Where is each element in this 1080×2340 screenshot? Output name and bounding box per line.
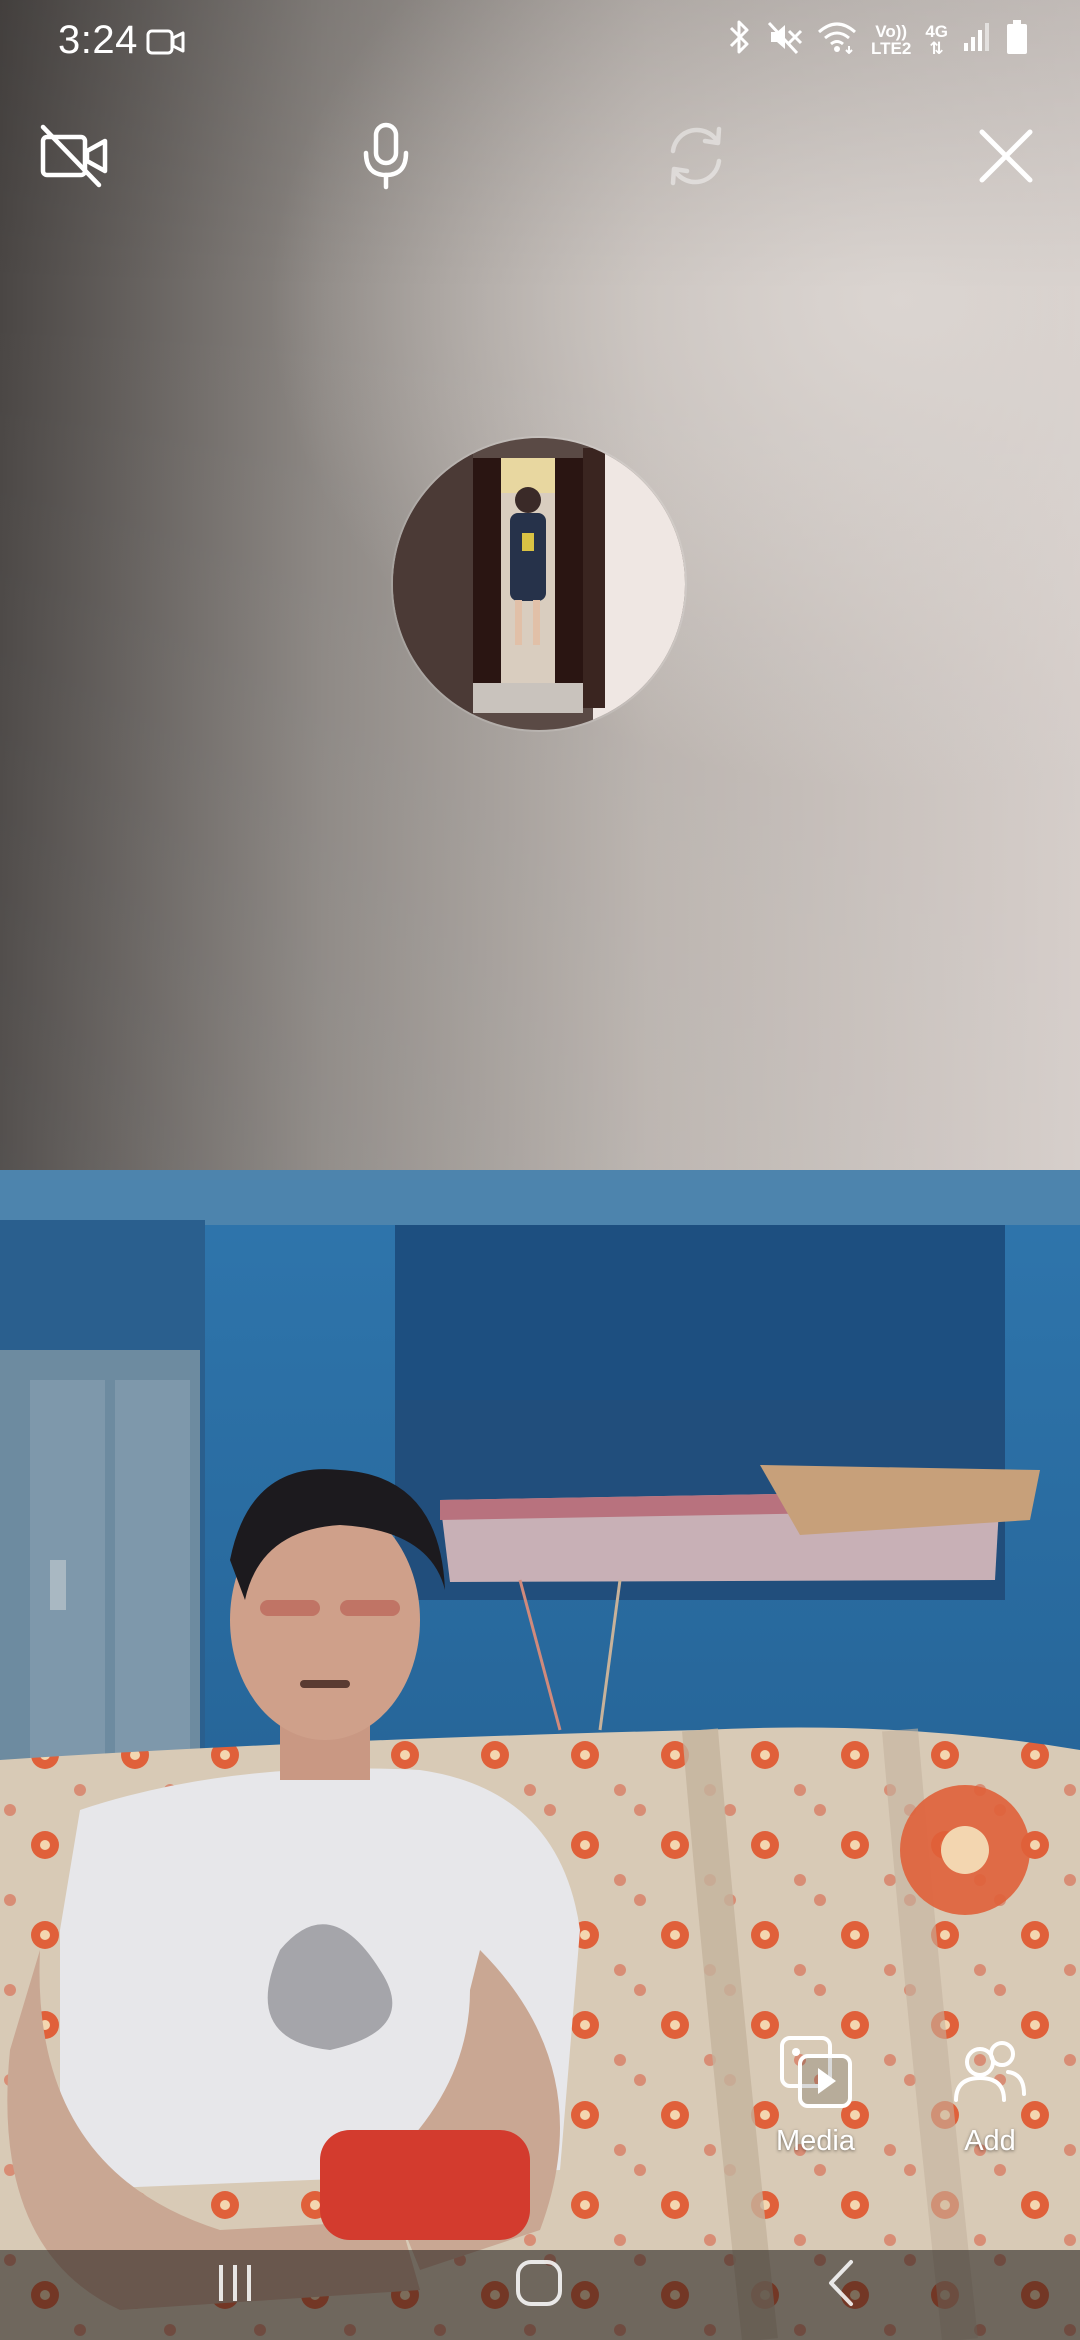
home-button[interactable] [494,2250,584,2320]
data-arrows-icon: ⇅ [929,38,944,58]
recent-apps-button[interactable] [190,2250,280,2320]
status-bar: 3:24 Vo)) LTE2 4G ⇅ [0,0,1080,86]
home-icon [514,2258,564,2313]
status-icons: Vo)) LTE2 4G ⇅ [725,18,1028,61]
video-off-icon [37,123,111,194]
self-video-preview [0,1170,1080,2340]
camera-flip-icon [661,121,731,196]
call-controls [0,118,1080,198]
switch-camera-button[interactable] [656,118,736,198]
end-call-button[interactable] [966,118,1046,198]
wifi-icon [817,20,857,59]
add-label: Add [964,2125,1016,2157]
lte-text: LTE2 [871,38,912,58]
status-time: 3:24 [58,18,138,62]
camera-off-button[interactable] [34,118,114,198]
navigation-bar [0,2230,1080,2340]
network-indicator: 4G ⇅ [925,23,948,57]
back-icon [823,2258,859,2313]
microphone-icon [359,121,413,196]
media-icon [778,2034,854,2115]
video-recording-icon [146,26,186,63]
bluetooth-icon [725,18,753,61]
network-type-text: 4G [925,21,948,41]
volte-text: Vo)) [875,21,908,41]
media-button[interactable]: Media [776,2034,855,2158]
recent-apps-icon [213,2261,257,2310]
remote-avatar [393,438,685,730]
signal-icon [962,21,992,58]
close-icon [976,126,1036,191]
mute-icon [767,19,803,60]
media-label: Media [776,2125,855,2157]
add-participant-button[interactable]: Add [952,2034,1028,2158]
microphone-button[interactable] [346,118,426,198]
add-people-icon [952,2034,1028,2115]
volte-indicator: Vo)) LTE2 [871,23,911,57]
battery-icon [1006,19,1028,60]
back-button[interactable] [796,2250,886,2320]
